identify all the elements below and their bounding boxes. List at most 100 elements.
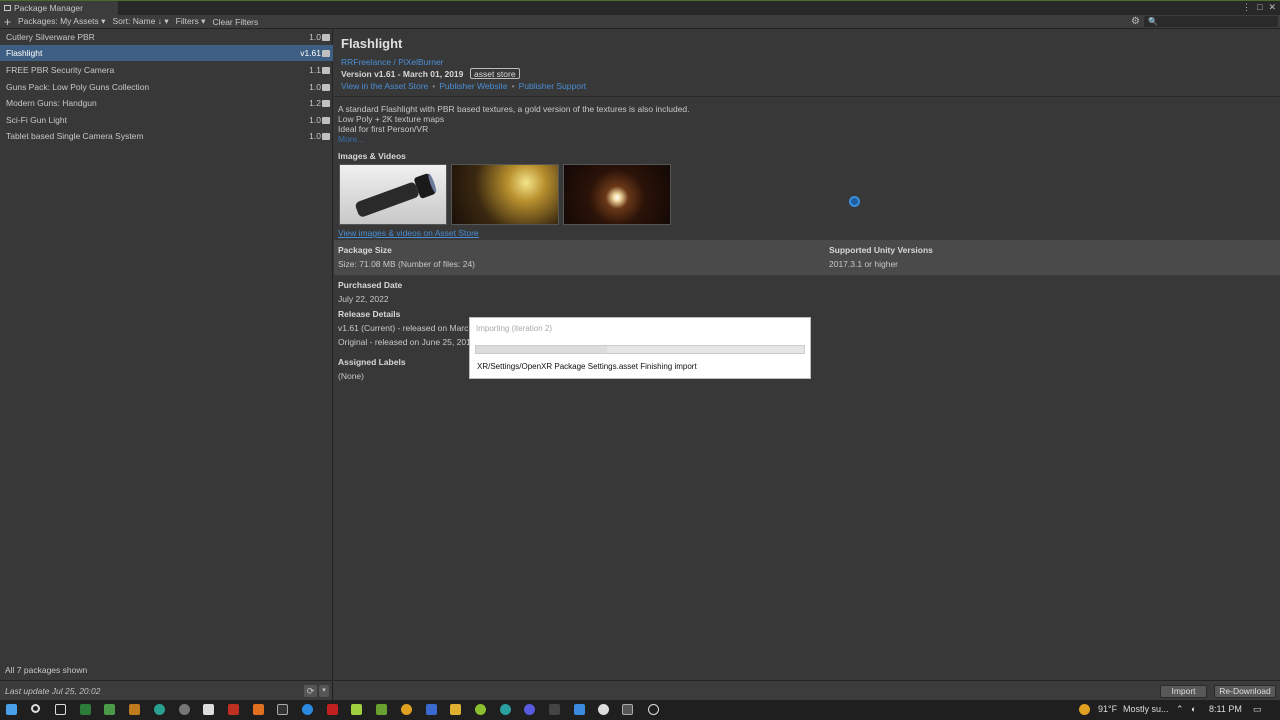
last-update-text: Last update Jul 25, 20:02: [5, 686, 101, 696]
version-line: Version v1.61 - March 01, 2019: [341, 69, 464, 79]
menu-dots-icon[interactable]: ⋮: [1242, 2, 1251, 13]
network-icon[interactable]: ◐: [1191, 704, 1196, 714]
import-progress-dialog: Importing (iteration 2) XR/Settings/Open…: [469, 317, 811, 379]
weather-desc: Mostly su...: [1123, 704, 1169, 714]
chevron-up-icon[interactable]: ⌃: [1176, 704, 1184, 715]
author-link[interactable]: RRFreelance / PiXelBurner: [341, 57, 444, 67]
import-button[interactable]: Import: [1160, 685, 1207, 698]
search-icon[interactable]: [31, 704, 40, 713]
description-line: A standard Flashlight with PBR based tex…: [338, 104, 690, 114]
window-controls: ⋮ □ ✕: [1242, 2, 1276, 13]
close-icon[interactable]: ✕: [1268, 2, 1276, 13]
image-thumbnail[interactable]: [563, 164, 671, 225]
description-line: Low Poly + 2K texture maps: [338, 114, 445, 124]
package-version: 1.0: [309, 131, 321, 141]
images-header: Images & Videos: [338, 151, 406, 161]
notification-icon[interactable]: ▭: [1253, 704, 1262, 715]
clear-filters-button[interactable]: Clear Filters: [212, 17, 258, 27]
dialog-title: Importing (iteration 2): [476, 324, 553, 333]
search-input[interactable]: 🔍: [1144, 16, 1278, 27]
folder-icon[interactable]: [450, 704, 461, 715]
list-item[interactable]: Modern Guns: Handgun 1.2: [0, 95, 333, 111]
app-icon[interactable]: [179, 704, 190, 715]
dialog-message: XR/Settings/OpenXR Package Settings.asse…: [477, 362, 697, 371]
app-icon[interactable]: [351, 704, 362, 715]
downloaded-icon: [322, 133, 330, 140]
list-item[interactable]: FREE PBR Security Camera 1.1: [0, 62, 333, 78]
packages-dropdown[interactable]: Packages: My Assets ▾: [18, 16, 105, 27]
unity-versions-header: Supported Unity Versions: [829, 245, 933, 255]
divider: [334, 96, 1280, 97]
downloaded-icon: [322, 67, 330, 74]
app-icon[interactable]: [104, 704, 115, 715]
edge-icon[interactable]: [500, 704, 511, 715]
view-asset-store-link[interactable]: View in the Asset Store: [341, 81, 428, 91]
app-icon[interactable]: [253, 704, 264, 715]
app-icon[interactable]: [302, 704, 313, 715]
package-name: Flashlight: [6, 48, 43, 58]
package-version: 1.2: [309, 98, 321, 108]
chevron-down-icon[interactable]: ▾: [319, 685, 329, 697]
app-icon[interactable]: [277, 704, 288, 715]
window-titlebar: Package Manager ⋮ □ ✕: [0, 0, 1280, 15]
list-item[interactable]: Cutlery Silverware PBR 1.0: [0, 29, 333, 45]
package-name: Sci-Fi Gun Light: [6, 115, 67, 125]
flashlight-image: [355, 173, 437, 217]
filters-dropdown[interactable]: Filters ▾: [176, 16, 206, 27]
view-images-link[interactable]: View images & videos on Asset Store: [338, 228, 479, 238]
app-icon[interactable]: [376, 704, 387, 715]
publisher-support-link[interactable]: Publisher Support: [519, 81, 587, 91]
add-package-button[interactable]: +: [4, 16, 11, 28]
app-icon[interactable]: [426, 704, 437, 715]
details-footer: Import Re-Download: [334, 680, 1280, 700]
asset-store-badge: asset store: [470, 68, 520, 79]
package-version: v1.61: [300, 48, 321, 58]
package-name: Cutlery Silverware PBR: [6, 32, 95, 42]
app-icon[interactable]: [154, 704, 165, 715]
unity-versions-value: 2017.3.1 or higher: [829, 259, 898, 269]
package-name: FREE PBR Security Camera: [6, 65, 115, 75]
list-item[interactable]: Sci-Fi Gun Light 1.0: [0, 112, 333, 128]
downloaded-icon: [322, 50, 330, 57]
gear-icon[interactable]: ⚙: [1131, 16, 1140, 27]
app-icon[interactable]: [129, 704, 140, 715]
unity-icon[interactable]: [598, 704, 609, 715]
image-thumbnail[interactable]: [339, 164, 447, 225]
package-name: Guns Pack: Low Poly Guns Collection: [6, 82, 150, 92]
more-link[interactable]: More...: [338, 134, 690, 144]
weather-icon[interactable]: [1079, 704, 1090, 715]
publisher-links: View in the Asset Store • Publisher Webs…: [341, 81, 587, 91]
list-item[interactable]: Guns Pack: Low Poly Guns Collection 1.0: [0, 79, 333, 95]
redownload-button[interactable]: Re-Download: [1214, 685, 1276, 698]
list-item-selected[interactable]: Flashlight v1.61: [0, 45, 333, 61]
app-icon[interactable]: [228, 704, 239, 715]
size-header: Package Size: [338, 245, 392, 255]
weather-temp: 91°F: [1098, 704, 1118, 714]
window-tab[interactable]: Package Manager: [0, 1, 118, 15]
app-icon[interactable]: [203, 704, 214, 715]
publisher-website-link[interactable]: Publisher Website: [439, 81, 507, 91]
app-icon[interactable]: [524, 704, 535, 715]
refresh-icon[interactable]: ⟳: [304, 685, 317, 697]
app-icon[interactable]: [80, 704, 91, 715]
description-line: Ideal for first Person/VR: [338, 124, 429, 134]
app-icon[interactable]: [549, 704, 560, 715]
app-icon[interactable]: [327, 704, 338, 715]
downloaded-icon: [322, 100, 330, 107]
app-icon[interactable]: [401, 704, 412, 715]
app-icon[interactable]: [475, 704, 486, 715]
unity-icon[interactable]: [622, 704, 633, 715]
clock[interactable]: 8:11 PM: [1209, 704, 1242, 714]
sort-dropdown[interactable]: Sort: Name ↓ ▾: [112, 16, 168, 27]
maximize-icon[interactable]: □: [1257, 2, 1262, 13]
app-icon[interactable]: [648, 704, 659, 715]
start-icon[interactable]: [6, 704, 17, 715]
package-title: Flashlight: [341, 36, 403, 51]
vscode-icon[interactable]: [574, 704, 585, 715]
downloaded-icon: [322, 34, 330, 41]
task-view-icon[interactable]: [55, 704, 66, 715]
list-item[interactable]: Tablet based Single Camera System 1.0: [0, 128, 333, 144]
image-thumbnail[interactable]: [451, 164, 559, 225]
os-taskbar: 91°F Mostly su... ⌃ ◐ 8:11 PM ▭: [0, 700, 1280, 720]
labels-header: Assigned Labels: [338, 357, 406, 367]
